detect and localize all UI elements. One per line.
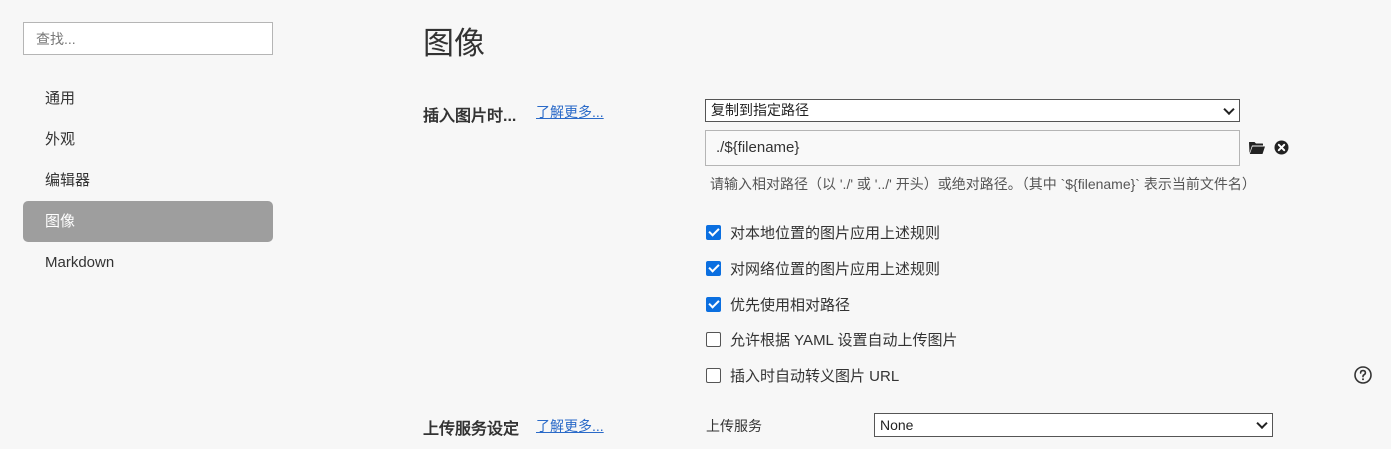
clear-icon[interactable] xyxy=(1274,140,1289,155)
upload-service-selected: None xyxy=(880,417,914,433)
checkbox-checked[interactable] xyxy=(706,260,721,276)
sidebar-item-editor[interactable]: 编辑器 xyxy=(23,160,273,201)
path-hint-text: 请输入相对路径（以 './' 或 '../' 开头）或绝对路径。（其中 `${f… xyxy=(710,176,1256,192)
option-yaml-upload[interactable]: 允许根据 YAML 设置自动上传图片 xyxy=(706,330,958,349)
sidebar-item-markdown[interactable]: Markdown xyxy=(23,242,273,283)
option-label: 允许根据 YAML 设置自动上传图片 xyxy=(730,331,958,349)
option-label: 对本地位置的图片应用上述规则 xyxy=(730,224,941,242)
option-apply-network[interactable]: 对网络位置的图片应用上述规则 xyxy=(706,259,941,278)
upload-section-label: 上传服务设定 xyxy=(423,421,520,438)
checkbox-checked[interactable] xyxy=(706,224,721,240)
chevron-down-icon xyxy=(1223,103,1235,115)
option-prefer-relative[interactable]: 优先使用相对路径 xyxy=(706,295,851,314)
option-apply-local[interactable]: 对本地位置的图片应用上述规则 xyxy=(706,223,941,242)
sidebar-item-appearance[interactable]: 外观 xyxy=(23,119,273,160)
sidebar-item-image[interactable]: 图像 xyxy=(23,201,273,242)
insert-action-selected: 复制到指定路径 xyxy=(711,102,809,118)
sidebar-item-general[interactable]: 通用 xyxy=(23,78,273,119)
help-icon[interactable] xyxy=(1354,366,1372,384)
option-escape-url[interactable]: 插入时自动转义图片 URL xyxy=(706,366,900,385)
insert-image-section-label: 插入图片时... xyxy=(423,108,517,125)
chevron-down-icon xyxy=(1256,417,1268,430)
insert-learn-more-link[interactable]: 了解更多... xyxy=(536,102,604,122)
option-label: 对网络位置的图片应用上述规则 xyxy=(730,260,941,278)
sidebar: 通用 外观 编辑器 图像 Markdown xyxy=(0,0,300,449)
insert-action-select[interactable]: 复制到指定路径 xyxy=(705,99,1240,122)
search-input[interactable] xyxy=(23,22,273,55)
checkbox-unchecked[interactable] xyxy=(706,367,721,383)
option-label: 优先使用相对路径 xyxy=(730,296,851,314)
checkbox-unchecked[interactable] xyxy=(706,331,721,347)
page-title: 图像 xyxy=(423,26,485,61)
upload-learn-more-link[interactable]: 了解更多... xyxy=(536,416,604,436)
image-path-input[interactable]: ./${filename} xyxy=(705,130,1240,166)
option-label: 插入时自动转义图片 URL xyxy=(730,367,900,385)
upload-service-label: 上传服务 xyxy=(706,418,762,434)
folder-icon[interactable] xyxy=(1249,141,1265,155)
upload-service-select[interactable]: None xyxy=(874,413,1273,437)
checkbox-checked[interactable] xyxy=(706,296,721,312)
